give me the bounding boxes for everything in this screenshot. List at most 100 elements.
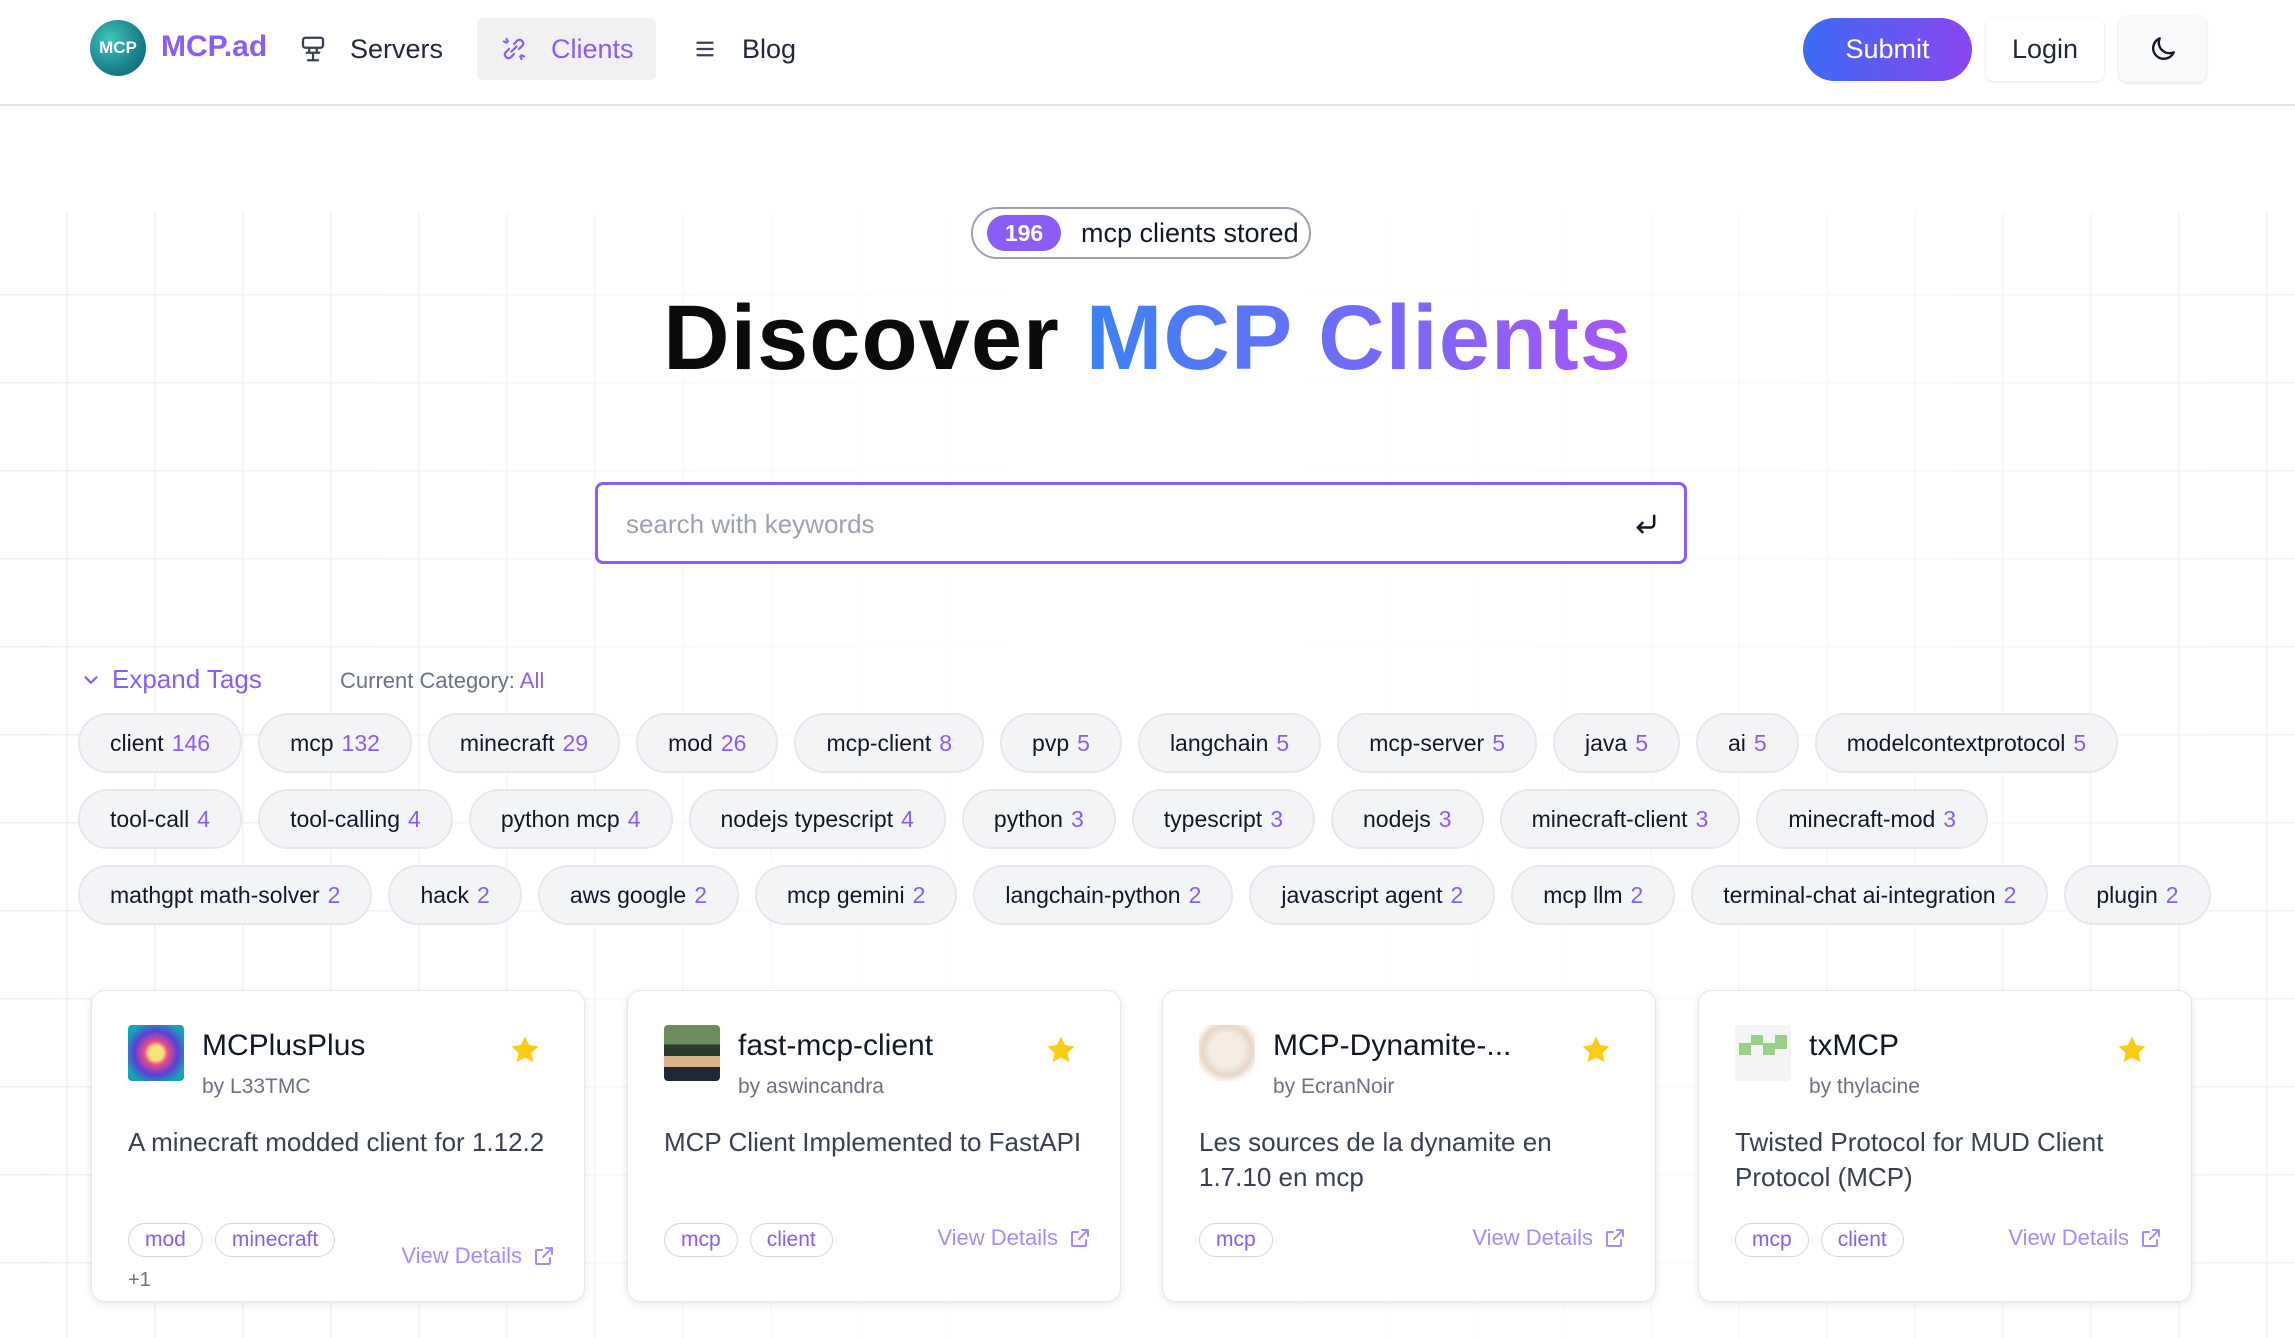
tag-chip[interactable]: javascript agent 2: [1249, 865, 1496, 925]
client-title[interactable]: MCPlusPlus: [202, 1029, 502, 1063]
tag-name: mcp-server: [1369, 729, 1485, 756]
tag-chip[interactable]: tool-calling 4: [258, 789, 453, 849]
tag-count: 3: [1943, 805, 1957, 832]
theme-toggle-button[interactable]: [2119, 16, 2206, 82]
tag-chip[interactable]: mcp-client 8: [794, 713, 985, 773]
tag-name: pvp: [1032, 729, 1070, 756]
tag-chip[interactable]: langchain-python 2: [973, 865, 1234, 925]
client-tag[interactable]: mcp: [664, 1223, 738, 1257]
tag-chip[interactable]: nodejs 3: [1331, 789, 1484, 849]
view-details-link[interactable]: View Details: [937, 1225, 1092, 1251]
tag-chip[interactable]: modelcontextprotocol 5: [1814, 713, 2119, 773]
tag-chip[interactable]: hack 2: [388, 865, 522, 925]
tag-chip[interactable]: minecraft-mod 3: [1756, 789, 1989, 849]
tag-chip[interactable]: python 3: [961, 789, 1116, 849]
external-link-icon: [2142, 1229, 2160, 1247]
chevron-down-icon: [84, 675, 98, 684]
tag-name: tool-call: [110, 805, 190, 832]
client-avatar: [1199, 1025, 1255, 1081]
client-card[interactable]: MCP-Dynamite-... by EcranNoir Les source…: [1162, 990, 1656, 1302]
tag-chip[interactable]: mcp llm 2: [1511, 865, 1676, 925]
tag-chip[interactable]: mathgpt math-solver 2: [78, 865, 373, 925]
client-tag[interactable]: mcp: [1735, 1223, 1809, 1257]
tag-count: 4: [627, 805, 641, 832]
tag-chip[interactable]: mcp-server 5: [1337, 713, 1538, 773]
tag-chip[interactable]: terminal-chat ai-integration 2: [1691, 865, 2049, 925]
view-details-link[interactable]: View Details: [1472, 1225, 1627, 1251]
star-icon[interactable]: [1044, 1033, 1078, 1067]
star-icon[interactable]: [1579, 1033, 1613, 1067]
view-details-link[interactable]: View Details: [401, 1243, 556, 1269]
client-avatar: [128, 1025, 184, 1081]
tag-chip[interactable]: nodejs typescript 4: [688, 789, 946, 849]
tag-chip[interactable]: mod 26: [636, 713, 779, 773]
client-tags: mod minecraft: [128, 1223, 336, 1257]
client-author: by EcranNoir: [1273, 1075, 1395, 1098]
nav-blog[interactable]: Blog: [668, 18, 818, 80]
submit-button[interactable]: Submit: [1803, 18, 1972, 81]
nav-clients[interactable]: Clients: [477, 18, 656, 80]
page-title-accent: MCP Clients: [1085, 287, 1632, 389]
tag-name: aws google: [569, 881, 687, 908]
tag-count: 2: [1630, 881, 1644, 908]
tag-name: mcp llm: [1543, 881, 1623, 908]
tag-count: 3: [1070, 805, 1084, 832]
top-navbar: MCP MCP.ad Servers Clients Blog Submit L…: [0, 0, 2295, 106]
tag-chip[interactable]: java 5: [1553, 713, 1681, 773]
tag-chip[interactable]: langchain 5: [1137, 713, 1322, 773]
tag-chip[interactable]: minecraft-client 3: [1499, 789, 1741, 849]
tag-chip[interactable]: plugin 2: [2064, 865, 2211, 925]
tag-name: modelcontextprotocol: [1846, 729, 2066, 756]
tag-name: minecraft-client: [1531, 805, 1688, 832]
tag-name: nodejs typescript: [720, 805, 894, 832]
current-category-value: All: [519, 668, 545, 693]
client-description: MCP Client Implemented to FastAPI: [664, 1127, 1082, 1157]
tag-name: mcp: [290, 729, 334, 756]
tag-count: 8: [939, 729, 953, 756]
tag-count: 26: [720, 729, 747, 756]
brand-name[interactable]: MCP.ad: [161, 30, 267, 64]
current-category-label: Current Category:: [340, 668, 515, 693]
tag-chip[interactable]: pvp 5: [1000, 713, 1122, 773]
tag-name: minecraft: [459, 729, 555, 756]
client-title[interactable]: MCP-Dynamite-...: [1273, 1029, 1573, 1063]
client-card[interactable]: fast-mcp-client by aswincandra MCP Clien…: [627, 990, 1121, 1302]
tag-name: python mcp: [500, 805, 620, 832]
tag-count: 2: [1188, 881, 1202, 908]
client-card[interactable]: MCPlusPlus by L33TMC A minecraft modded …: [91, 990, 585, 1302]
client-title[interactable]: txMCP: [1809, 1029, 2109, 1063]
clients-count-label: mcp clients stored: [1081, 217, 1299, 248]
star-icon[interactable]: [2115, 1033, 2149, 1067]
tag-chip[interactable]: python mcp 4: [468, 789, 673, 849]
enter-icon[interactable]: [1632, 510, 1660, 538]
client-card[interactable]: txMCP by thylacine Twisted Protocol for …: [1698, 990, 2192, 1302]
search-input[interactable]: [626, 505, 1586, 543]
client-tag[interactable]: mcp: [1199, 1223, 1273, 1257]
nav-servers[interactable]: Servers: [276, 18, 465, 80]
tag-chip[interactable]: client 146: [78, 713, 243, 773]
login-button[interactable]: Login: [1986, 18, 2104, 81]
tag-chip[interactable]: ai 5: [1696, 713, 1799, 773]
client-tag[interactable]: mod: [128, 1223, 203, 1257]
client-title[interactable]: fast-mcp-client: [738, 1029, 1038, 1063]
star-icon[interactable]: [508, 1033, 542, 1067]
tag-chip[interactable]: typescript 3: [1131, 789, 1315, 849]
tag-chip[interactable]: aws google 2: [537, 865, 739, 925]
tag-chip[interactable]: minecraft 29: [427, 713, 621, 773]
tag-chip[interactable]: mcp gemini 2: [754, 865, 958, 925]
client-tag[interactable]: client: [1820, 1223, 1904, 1257]
expand-tags-toggle[interactable]: Expand Tags: [80, 664, 262, 695]
tag-name: client: [110, 729, 164, 756]
client-tag[interactable]: minecraft: [214, 1223, 336, 1257]
tag-chip[interactable]: tool-call 4: [78, 789, 243, 849]
tag-chip[interactable]: mcp 132: [258, 713, 412, 773]
tag-count: 5: [1753, 729, 1767, 756]
tag-name: terminal-chat ai-integration: [1723, 881, 1996, 908]
tag-name: javascript agent: [1281, 881, 1443, 908]
client-tag[interactable]: client: [749, 1223, 833, 1257]
client-description: A minecraft modded client for 1.12.2: [128, 1127, 545, 1157]
mcp-logo[interactable]: MCP: [90, 20, 146, 76]
view-details-link[interactable]: View Details: [2008, 1225, 2163, 1251]
page-title: Discover MCP Clients: [0, 286, 2295, 391]
page-title-dark: Discover: [663, 287, 1060, 389]
